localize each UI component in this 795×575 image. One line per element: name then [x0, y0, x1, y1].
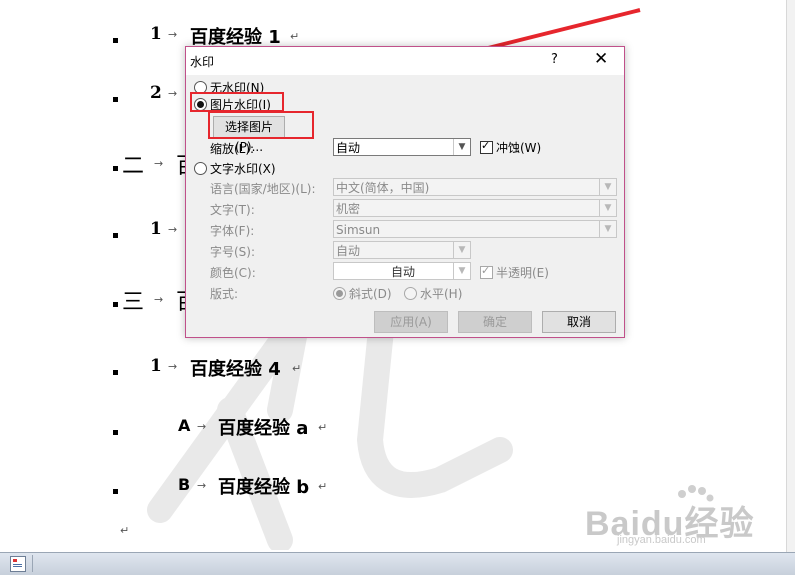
dialog-title: 水印: [190, 55, 215, 69]
scale-select[interactable]: 自动 ▼: [333, 138, 471, 156]
chevron-down-icon: ▼: [453, 263, 470, 279]
font-value: Simsun: [336, 223, 381, 237]
semitransparent-option[interactable]: 半透明(E): [480, 264, 549, 281]
dialog-titlebar: 水印 ? ✕: [186, 47, 624, 75]
scale-label: 缩放(L):: [210, 142, 255, 156]
washout-checkbox[interactable]: [480, 139, 493, 154]
scale-value: 自动: [336, 141, 361, 155]
chevron-down-icon: ▼: [599, 221, 616, 237]
text-watermark-radio[interactable]: [194, 162, 207, 175]
text-select[interactable]: 机密 ▼: [333, 199, 617, 217]
apply-button[interactable]: 应用(A): [374, 311, 448, 333]
help-button[interactable]: ?: [551, 52, 558, 67]
color-label: 颜色(C):: [210, 266, 256, 280]
horizontal-option[interactable]: 水平(H): [404, 285, 462, 302]
horizontal-label: 水平(H): [420, 287, 463, 301]
text-label: 文字(T):: [210, 203, 255, 217]
font-select[interactable]: Simsun ▼: [333, 220, 617, 238]
language-label: 语言(国家/地区)(L):: [210, 182, 316, 196]
ok-button[interactable]: 确定: [458, 311, 532, 333]
text-value: 机密: [336, 202, 361, 216]
chevron-down-icon: ▼: [599, 179, 616, 195]
font-label: 字体(F):: [210, 224, 255, 238]
size-select[interactable]: 自动 ▼: [333, 241, 471, 259]
color-select[interactable]: 自动 ▼: [333, 262, 471, 280]
semitransparent-label: 半透明(E): [496, 266, 549, 280]
size-value: 自动: [336, 244, 361, 258]
close-button[interactable]: ✕: [594, 49, 608, 69]
language-select[interactable]: 中文(简体，中国) ▼: [333, 178, 617, 196]
language-value: 中文(简体，中国): [336, 181, 430, 195]
cancel-button[interactable]: 取消: [542, 311, 616, 333]
semitransparent-checkbox[interactable]: [480, 264, 493, 279]
layout-label: 版式:: [210, 287, 239, 301]
diagonal-label: 斜式(D): [349, 287, 392, 301]
horizontal-radio[interactable]: [404, 287, 417, 300]
chevron-down-icon: ▼: [599, 200, 616, 216]
color-value: 自动: [390, 265, 415, 279]
chevron-down-icon: ▼: [453, 139, 470, 155]
text-watermark-label: 文字水印(X): [210, 162, 276, 176]
size-label: 字号(S):: [210, 245, 256, 259]
watermark-dialog: 水印 ? ✕ 无水印(N) 图片水印(I) 选择图片(P)... 缩放(L): …: [185, 46, 625, 338]
select-picture-highlight: [208, 111, 314, 139]
diagonal-option[interactable]: 斜式(D): [333, 285, 392, 302]
text-watermark-option[interactable]: 文字水印(X): [194, 160, 276, 177]
washout-label: 冲蚀(W): [496, 141, 542, 155]
diagonal-radio[interactable]: [333, 287, 346, 300]
washout-option[interactable]: 冲蚀(W): [480, 139, 541, 156]
chevron-down-icon: ▼: [453, 242, 470, 258]
picture-watermark-highlight: [190, 92, 284, 112]
